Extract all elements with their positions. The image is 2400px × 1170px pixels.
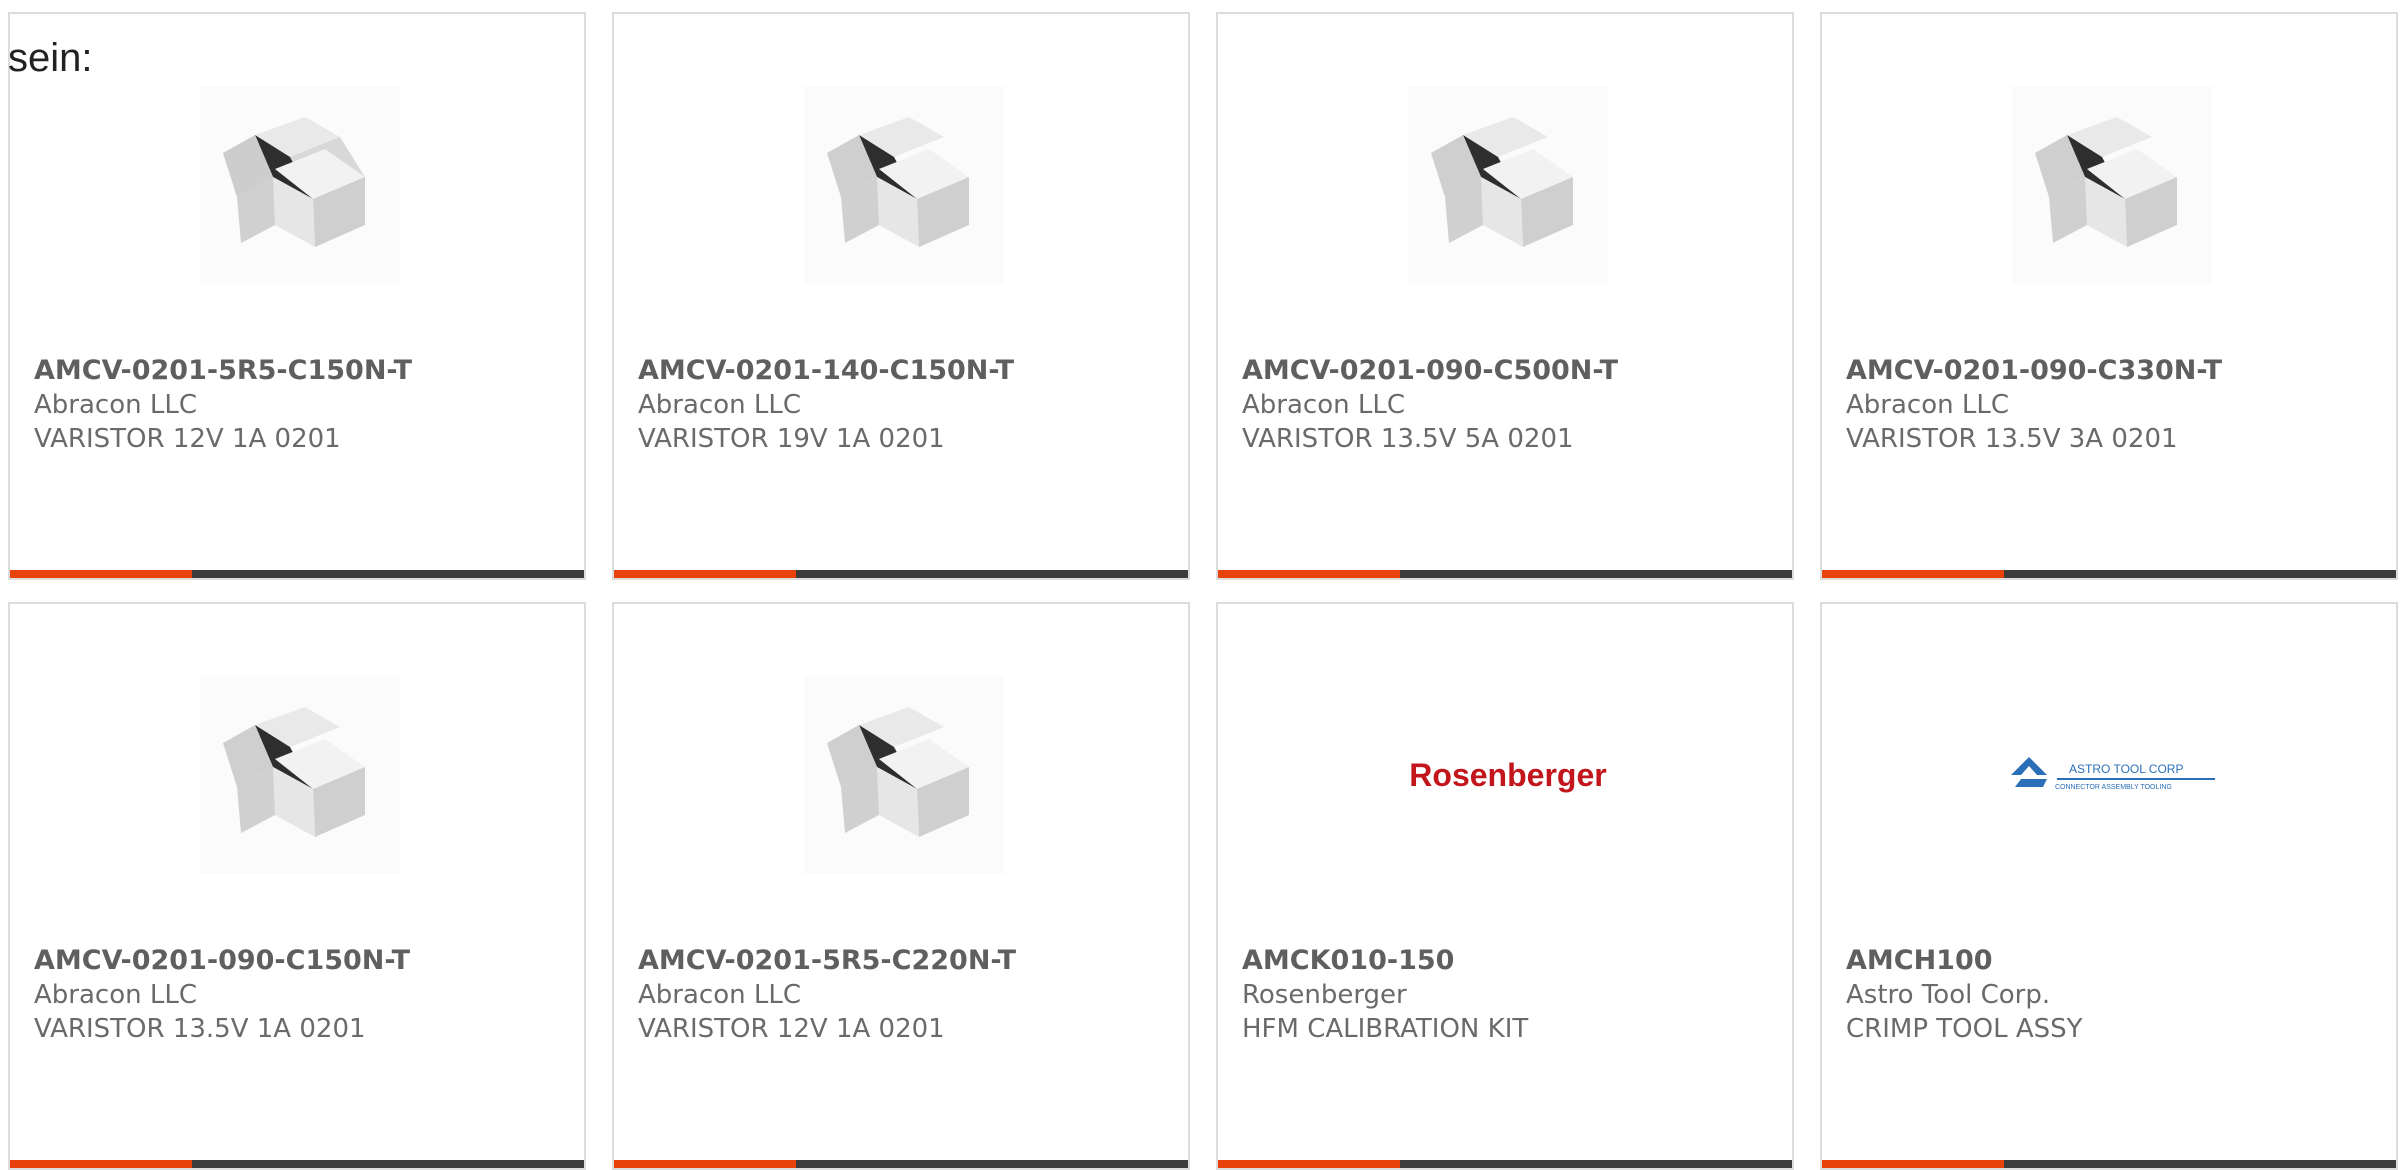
description-label: VARISTOR 13.5V 1A 0201 [34, 1014, 366, 1044]
description-label: VARISTOR 19V 1A 0201 [638, 424, 945, 454]
product-info: AMCV-0201-090-C330N-T Abracon LLC VARIST… [1846, 354, 2376, 456]
card-accent-bar [1822, 570, 2004, 578]
product-card[interactable]: Rosenberger AMCK010-150 Rosenberger HFM … [1216, 602, 1794, 1170]
manufacturer-label: Astro Tool Corp. [1846, 980, 2051, 1010]
manufacturer-label: Abracon LLC [1846, 390, 2009, 420]
card-accent-bar [10, 570, 192, 578]
product-info: AMCH100 Astro Tool Corp. CRIMP TOOL ASSY [1846, 944, 2376, 1046]
product-info: AMCV-0201-090-C500N-T Abracon LLC VARIST… [1242, 354, 1772, 456]
description-label: HFM CALIBRATION KIT [1242, 1014, 1529, 1044]
manufacturer-label: Abracon LLC [34, 980, 197, 1010]
part-number-link[interactable]: AMCV-0201-140-C150N-T [638, 354, 1168, 388]
description-label: VARISTOR 12V 1A 0201 [638, 1014, 945, 1044]
product-image[interactable] [200, 86, 400, 284]
product-info: AMCV-0201-5R5-C150N-T Abracon LLC VARIST… [34, 354, 564, 456]
product-info: AMCV-0201-140-C150N-T Abracon LLC VARIST… [638, 354, 1168, 456]
card-bottom-bar [1822, 570, 2396, 578]
card-bottom-bar [614, 570, 1188, 578]
product-card[interactable]: AMCV-0201-140-C150N-T Abracon LLC VARIST… [612, 12, 1190, 580]
part-number-link[interactable]: AMCV-0201-090-C150N-T [34, 944, 564, 978]
product-grid: AMCV-0201-5R5-C150N-T Abracon LLC VARIST… [8, 12, 2398, 1170]
part-number-link[interactable]: AMCV-0201-5R5-C220N-T [638, 944, 1168, 978]
chip-component-image [1431, 117, 1573, 247]
product-image[interactable] [804, 86, 1004, 284]
card-bottom-bar [10, 570, 584, 578]
part-number-link[interactable]: AMCV-0201-5R5-C150N-T [34, 354, 564, 388]
rosenberger-logo: Rosenberger [1409, 756, 1607, 793]
description-label: VARISTOR 13.5V 5A 0201 [1242, 424, 1574, 454]
product-card[interactable]: AMCV-0201-090-C150N-T Abracon LLC VARIST… [8, 602, 586, 1170]
product-info: AMCK010-150 Rosenberger HFM CALIBRATION … [1242, 944, 1772, 1046]
part-number-link[interactable]: AMCV-0201-090-C330N-T [1846, 354, 2376, 388]
description-label: CRIMP TOOL ASSY [1846, 1014, 2083, 1044]
card-accent-bar [1218, 570, 1400, 578]
manufacturer-label: Rosenberger [1242, 980, 1407, 1010]
product-card[interactable]: AMCV-0201-5R5-C220N-T Abracon LLC VARIST… [612, 602, 1190, 1170]
part-number-link[interactable]: AMCK010-150 [1242, 944, 1772, 978]
product-image[interactable] [2012, 86, 2212, 284]
chip-component-image [223, 117, 365, 247]
product-info: AMCV-0201-090-C150N-T Abracon LLC VARIST… [34, 944, 564, 1046]
manufacturer-label: Abracon LLC [34, 390, 197, 420]
product-card[interactable]: AMCV-0201-5R5-C150N-T Abracon LLC VARIST… [8, 12, 586, 580]
product-image[interactable] [804, 676, 1004, 874]
part-number-link[interactable]: AMCV-0201-090-C500N-T [1242, 354, 1772, 388]
chip-component-image [827, 707, 969, 837]
manufacturer-label: Abracon LLC [638, 390, 801, 420]
product-image[interactable]: ASTRO TOOL CORP CONNECTOR ASSEMBLY TOOLI… [1982, 676, 2242, 874]
product-card[interactable]: AMCV-0201-090-C330N-T Abracon LLC VARIST… [1820, 12, 2398, 580]
astro-tool-corp-logo: ASTRO TOOL CORP CONNECTOR ASSEMBLY TOOLI… [2011, 757, 2215, 791]
product-image[interactable] [1408, 86, 1608, 284]
manufacturer-label: Abracon LLC [638, 980, 801, 1010]
card-accent-bar [614, 570, 796, 578]
product-image[interactable] [200, 676, 400, 874]
manufacturer-label: Abracon LLC [1242, 390, 1405, 420]
description-label: VARISTOR 13.5V 3A 0201 [1846, 424, 2178, 454]
astro-logo-subtext: CONNECTOR ASSEMBLY TOOLING [2055, 784, 2172, 791]
intro-text: sein: [8, 36, 93, 80]
chip-component-image [223, 707, 365, 837]
card-bottom-bar [1218, 570, 1792, 578]
part-number-link[interactable]: AMCH100 [1846, 944, 2376, 978]
product-image[interactable]: Rosenberger [1378, 676, 1638, 874]
chip-component-image [2035, 117, 2177, 247]
product-card[interactable]: AMCV-0201-090-C500N-T Abracon LLC VARIST… [1216, 12, 1794, 580]
chip-component-image [827, 117, 969, 247]
astro-logo-text: ASTRO TOOL CORP [2069, 762, 2183, 776]
description-label: VARISTOR 12V 1A 0201 [34, 424, 341, 454]
product-info: AMCV-0201-5R5-C220N-T Abracon LLC VARIST… [638, 944, 1168, 1046]
product-card[interactable]: ASTRO TOOL CORP CONNECTOR ASSEMBLY TOOLI… [1820, 602, 2398, 1170]
